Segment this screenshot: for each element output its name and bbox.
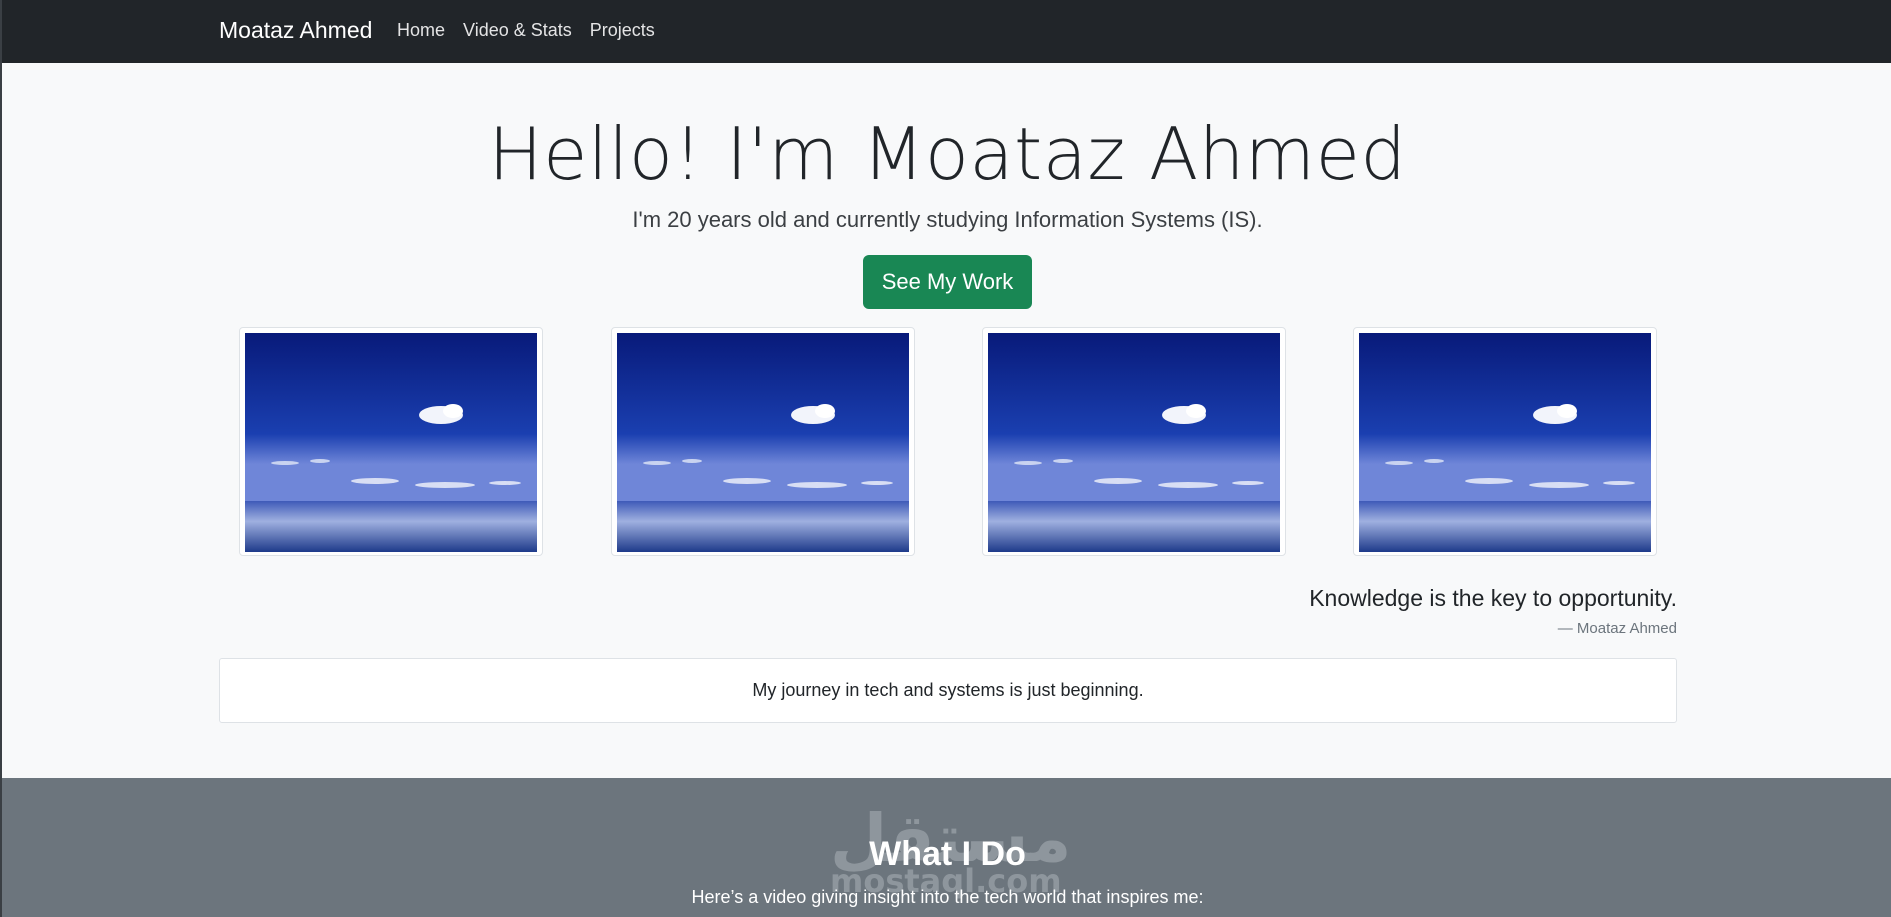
nav-link-home[interactable]: Home — [397, 20, 445, 41]
nav-link-projects[interactable]: Projects — [590, 20, 655, 41]
nav-links: Home Video & Stats Projects — [397, 20, 673, 41]
ocean-sky-photo — [617, 333, 909, 552]
what-i-do-subtitle: Here’s a video giving insight into the t… — [691, 887, 1204, 907]
ocean-sky-photo — [245, 333, 537, 552]
ocean-sky-photo — [1359, 333, 1651, 552]
window-border — [0, 0, 2, 917]
hero-title: Hello! I'm Moataz Ahmed — [488, 112, 1407, 196]
gallery-image-2 — [611, 327, 915, 556]
quote-author: — Moataz Ahmed — [1557, 620, 1677, 637]
journey-card: My journey in tech and systems is just b… — [219, 658, 1677, 723]
quote-text: Knowledge is the key to opportunity. — [1309, 585, 1677, 611]
gallery-image-3 — [982, 327, 1286, 556]
gallery-image-4 — [1353, 327, 1657, 556]
navbar-brand[interactable]: Moataz Ahmed — [219, 17, 372, 44]
journey-card-text: My journey in tech and systems is just b… — [752, 680, 1144, 700]
gallery-image-1 — [239, 327, 543, 556]
see-my-work-button[interactable]: See My Work — [863, 255, 1032, 309]
what-i-do-title: What I Do — [869, 835, 1026, 873]
ocean-sky-photo — [988, 333, 1280, 552]
hero-subtitle: I'm 20 years old and currently studying … — [632, 207, 1263, 232]
nav-link-video-stats[interactable]: Video & Stats — [463, 20, 572, 41]
navbar: Moataz Ahmed Home Video & Stats Projects — [0, 0, 1891, 63]
